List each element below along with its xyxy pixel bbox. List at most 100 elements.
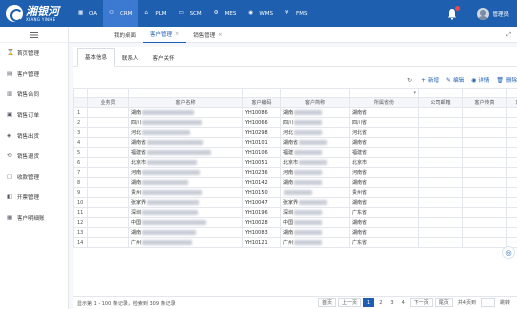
page-3-button[interactable]: 3 <box>387 298 396 307</box>
sidebar-item-4[interactable]: ◈ 销售出货 <box>0 125 68 146</box>
module-wms[interactable]: ◉ WMS <box>242 0 279 27</box>
table-row[interactable]: 1 湖南 YH10086 湖南 湖南省 <box>73 107 517 118</box>
close-icon[interactable]: × <box>218 32 222 38</box>
page-jump-input[interactable] <box>480 298 495 307</box>
module-mes[interactable]: ⚙ MES <box>208 0 243 27</box>
page-4-button[interactable]: 4 <box>399 298 408 307</box>
column-header[interactable]: 客户编码 <box>242 97 281 108</box>
column-header[interactable]: 客 <box>506 97 517 108</box>
avatar[interactable] <box>477 7 490 20</box>
row-index: 12 <box>73 217 88 228</box>
salesman-cell <box>87 187 129 198</box>
close-icon[interactable]: × <box>175 31 179 37</box>
notification-bell-icon[interactable] <box>447 5 461 20</box>
table-row[interactable]: 10 张家界 YH10047 张家界 湖南省 <box>73 197 517 208</box>
yen-icon: ¥ <box>285 10 289 16</box>
sidebar-toggle-button[interactable] <box>0 27 68 43</box>
table-row[interactable]: 4 湖南省 YH10101 湖南省 湖南省 <box>73 137 517 148</box>
subtab-bar: 基本信息 联系人 客户关怀 <box>73 47 517 67</box>
card-icon: ▭ <box>178 10 184 16</box>
column-header[interactable]: 客户简称 <box>280 97 350 108</box>
sidebar-item-5[interactable]: ⟲ 销售退货 <box>0 146 68 167</box>
detail-button[interactable]: ◉ 详情 <box>471 76 489 85</box>
table-row[interactable]: 13 湖南 YH10083 湖南 湖南省 <box>73 227 517 238</box>
edit-button[interactable]: ✎ 编辑 <box>446 76 464 85</box>
last-page-button[interactable]: 尾页 <box>434 298 453 307</box>
filter-customer-name[interactable] <box>128 88 243 98</box>
table-row[interactable]: 11 深圳 YH10196 深圳 广东省 <box>73 207 517 218</box>
first-page-button[interactable]: 首页 <box>317 298 336 307</box>
salesman-cell <box>87 207 129 218</box>
redacted-text <box>294 210 323 215</box>
tab-0[interactable]: 我的桌面 <box>107 27 143 43</box>
sidebar-item-2[interactable]: ▥ 销售合同 <box>0 84 68 105</box>
module-nav: ▦ OA ⚇ CRM ⌂ PLM ▭ SCM ⚙ MES ◉ WMS ¥ FMS <box>72 0 313 27</box>
short-name-cell: 张家界 <box>280 197 350 208</box>
table-row[interactable]: 5 福建省 YH10106 福建 福建省 <box>73 147 517 158</box>
filter-customer-code[interactable] <box>242 88 281 98</box>
prev-page-button[interactable]: 上一页 <box>338 298 362 307</box>
tab-1[interactable]: 客户管理 × <box>143 27 187 43</box>
table-row[interactable]: 3 河北 YH10298 河北 河北省 <box>73 127 517 138</box>
refresh-button[interactable]: ↻ <box>407 77 414 84</box>
page-1-button[interactable]: 1 <box>363 298 375 307</box>
next-page-button[interactable]: 下一页 <box>409 298 433 307</box>
customer-name-cell: 湖南 <box>128 227 243 238</box>
page-2-button[interactable]: 2 <box>376 298 385 307</box>
table-row[interactable]: 6 北京市 YH10051 北京市 北京市 <box>73 157 517 168</box>
redacted-text <box>142 110 195 115</box>
filter-province-select[interactable] <box>349 88 419 98</box>
location-icon: ◉ <box>248 10 254 16</box>
salesman-cell <box>87 117 129 128</box>
table-row[interactable]: 2 四川 YH10066 四川 四川省 <box>73 117 517 128</box>
filter-short-name[interactable] <box>280 88 350 98</box>
tab-2[interactable]: 销售管理 × <box>186 27 229 43</box>
add-button[interactable]: + 新增 <box>421 76 439 85</box>
module-oa[interactable]: ▦ OA <box>72 0 103 27</box>
module-plm[interactable]: ⌂ PLM <box>138 0 172 27</box>
sidebar-item-7[interactable]: ◧ 开票管理 <box>0 187 68 208</box>
table-row[interactable]: 9 贵州 YH10150 贵州省 <box>73 187 517 198</box>
email-cell <box>418 157 463 168</box>
module-fms[interactable]: ¥ FMS <box>279 0 313 27</box>
redacted-text <box>294 130 323 135</box>
expand-icon[interactable]: ⤢ <box>506 31 511 39</box>
column-header[interactable]: 公司邮箱 <box>418 97 463 108</box>
row-index: 3 <box>73 127 88 138</box>
username[interactable]: 管理员 <box>492 10 509 18</box>
filter-email[interactable] <box>418 88 463 98</box>
table-row[interactable]: 7 河南 YH10236 河南 河南省 <box>73 167 517 178</box>
subtab-0[interactable]: 基本信息 <box>77 48 116 67</box>
column-header[interactable]: 客户名称 <box>128 97 243 108</box>
brand-logo[interactable]: 湘银河 XIANG YINHE <box>0 0 72 27</box>
chat-icon: ◎ <box>505 248 512 257</box>
filter-fax[interactable] <box>462 88 507 98</box>
table-row[interactable]: 14 广州 YH10121 广州 广东省 <box>73 237 517 248</box>
short-name-cell: 湖南 <box>280 227 350 238</box>
fax-cell <box>462 167 507 178</box>
subtab-2[interactable]: 客户关怀 <box>146 54 182 67</box>
hourglass-icon: ⌛ <box>7 50 14 57</box>
delete-button[interactable]: 🗑 删除 <box>496 76 517 85</box>
jump-button[interactable]: 跳转 <box>497 298 513 307</box>
sidebar-item-0[interactable]: ⌛ 首页管理 <box>0 43 68 64</box>
module-crm[interactable]: ⚇ CRM <box>103 0 139 27</box>
module-scm[interactable]: ▭ SCM <box>173 0 208 27</box>
province-cell: 湖南省 <box>349 107 419 118</box>
sidebar-item-6[interactable]: ▢ 收款管理 <box>0 167 68 188</box>
column-header[interactable]: 客户传真 <box>462 97 507 108</box>
column-header[interactable]: 所属省份 <box>349 97 419 108</box>
table-row[interactable]: 8 湖南 YH10142 湖南 湖南省 <box>73 177 517 188</box>
filter-salesman[interactable] <box>87 88 129 98</box>
column-header[interactable]: 业务员 <box>87 97 129 108</box>
sidebar-item-3[interactable]: ▣ 销售订单 <box>0 105 68 126</box>
assistant-float-button[interactable]: ◎ <box>502 246 515 259</box>
return-icon: ⟲ <box>7 153 12 160</box>
fax-cell <box>462 237 507 248</box>
subtab-1[interactable]: 联系人 <box>115 54 146 67</box>
sidebar-item-1[interactable]: ▤ 客户管理 <box>0 64 68 85</box>
column-header[interactable] <box>73 97 88 108</box>
sidebar: ⌛ 首页管理 ▤ 客户管理 ▥ 销售合同 ▣ 销售订单 ◈ 销售出货 ⟲ 销售退货 ▢ 收款管理 ◧ 开票管理… <box>0 27 69 309</box>
table-row[interactable]: 12 中国 YH10028 中国 湖南省 <box>73 217 517 228</box>
sidebar-item-8[interactable]: ▦ 客户明细账 <box>0 208 68 229</box>
